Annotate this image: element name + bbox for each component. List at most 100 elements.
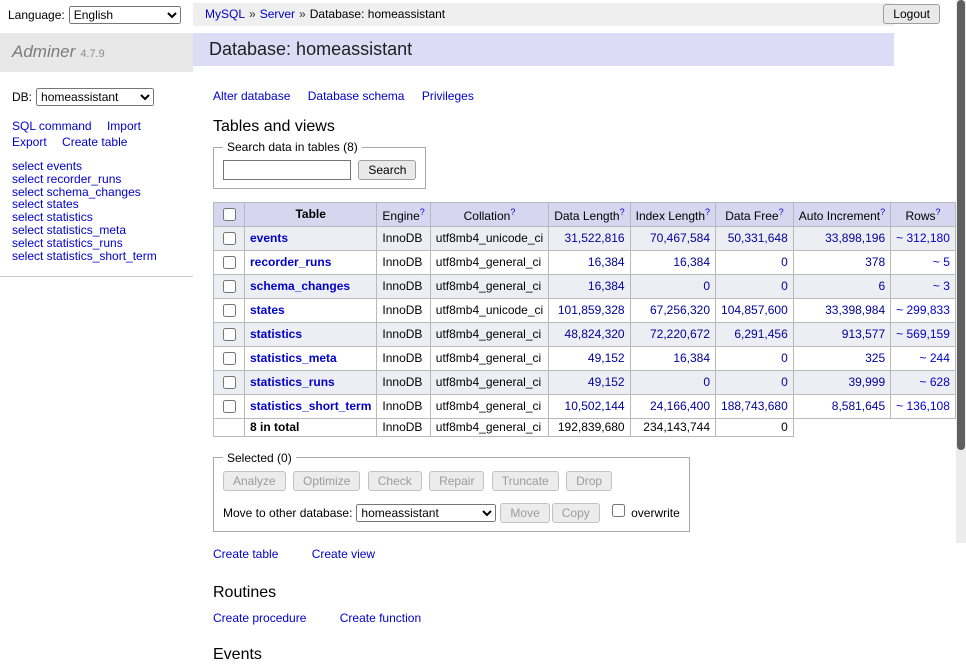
table-name-link[interactable]: statistics_short_term	[250, 399, 371, 413]
breadcrumb-link-server[interactable]: Server	[260, 7, 295, 21]
table-row: statisticsInnoDButf8mb4_general_ci48,824…	[214, 323, 966, 347]
sidebar-item-select-statistics-meta[interactable]: select statistics_meta	[12, 224, 181, 237]
row-checkbox[interactable]	[223, 304, 236, 317]
table-name-cell: statistics	[245, 323, 377, 347]
sidebar-link-export[interactable]: Export	[12, 135, 47, 149]
help-link[interactable]: ?	[705, 207, 710, 217]
scrollbar-thumb[interactable]	[957, 0, 965, 450]
table-name-cell: statistics_short_term	[245, 395, 377, 419]
language-select[interactable]: English	[69, 6, 181, 24]
sidebar-link-import[interactable]: Import	[107, 119, 141, 133]
alter-database-link[interactable]: Alter database	[213, 89, 290, 103]
table-name-link[interactable]: schema_changes	[250, 279, 350, 293]
sidebar-item-select-recorder-runs[interactable]: select recorder_runs	[12, 173, 181, 186]
column-header-data-length: Data Length?	[549, 203, 630, 227]
collation-cell: utf8mb4_general_ci	[430, 347, 548, 371]
data-length-cell: 101,859,328	[549, 299, 630, 323]
analyze-button[interactable]: Analyze	[223, 471, 286, 491]
table-row: recorder_runsInnoDButf8mb4_general_ci16,…	[214, 251, 966, 275]
rows-count-link[interactable]: ~ 3	[933, 279, 950, 293]
data-free-cell: 188,743,680	[716, 395, 794, 419]
repair-button[interactable]: Repair	[429, 471, 484, 491]
create-table-link[interactable]: Create table	[213, 547, 278, 561]
overwrite-checkbox[interactable]	[612, 504, 625, 517]
help-link[interactable]: ?	[420, 207, 425, 217]
column-header-label: Engine	[382, 209, 419, 223]
index-length-cell: 0	[630, 275, 715, 299]
row-checkbox[interactable]	[223, 400, 236, 413]
row-checkbox[interactable]	[223, 280, 236, 293]
sidebar-item-select-events[interactable]: select events	[12, 160, 181, 173]
table-name-link[interactable]: states	[250, 303, 285, 317]
index-length-cell: 16,384	[630, 251, 715, 275]
move-db-select[interactable]: homeassistant	[356, 504, 496, 522]
auto-increment-cell: 325	[793, 347, 890, 371]
app-name: Adminer	[12, 42, 75, 61]
row-checkbox[interactable]	[223, 352, 236, 365]
row-checkbox[interactable]	[223, 328, 236, 341]
breadcrumb-link-mysql[interactable]: MySQL	[205, 7, 245, 21]
rows-count-link[interactable]: ~ 5	[933, 255, 950, 269]
logout-button[interactable]: Logout	[883, 4, 940, 24]
collation-cell: utf8mb4_general_ci	[430, 323, 548, 347]
breadcrumb: MySQL»Server»Database: homeassistant	[193, 3, 894, 26]
sidebar-link-sql-command[interactable]: SQL command	[12, 119, 92, 133]
help-link[interactable]: ?	[936, 207, 941, 217]
table-row: statesInnoDButf8mb4_unicode_ci101,859,32…	[214, 299, 966, 323]
help-link[interactable]: ?	[779, 207, 784, 217]
help-link[interactable]: ?	[620, 207, 625, 217]
table-name-link[interactable]: statistics_runs	[250, 375, 335, 389]
rows-count-link[interactable]: ~ 628	[920, 375, 950, 389]
rows-count-cell: ~ 3	[891, 275, 956, 299]
table-name-cell: statistics_runs	[245, 371, 377, 395]
total-label-cell: 8 in total	[245, 419, 377, 437]
sidebar-link-create-table[interactable]: Create table	[62, 135, 127, 149]
help-link[interactable]: ?	[510, 207, 515, 217]
rows-count-link[interactable]: ~ 244	[920, 351, 950, 365]
engine-cell: InnoDB	[377, 395, 430, 419]
truncate-button[interactable]: Truncate	[492, 471, 559, 491]
rows-count-link[interactable]: ~ 299,833	[896, 303, 950, 317]
engine-cell: InnoDB	[377, 251, 430, 275]
db-select[interactable]: homeassistant	[36, 88, 154, 106]
rows-count-cell: ~ 569,159	[891, 323, 956, 347]
sidebar-item-select-statistics-runs[interactable]: select statistics_runs	[12, 237, 181, 250]
vertical-scrollbar[interactable]	[956, 0, 966, 543]
column-header-table: Table	[245, 203, 377, 227]
row-checkbox[interactable]	[223, 232, 236, 245]
move-button[interactable]: Move	[500, 503, 549, 523]
rows-count-link[interactable]: ~ 312,180	[896, 231, 950, 245]
database-schema-link[interactable]: Database schema	[308, 89, 405, 103]
table-name-link[interactable]: events	[250, 231, 288, 245]
rows-count-link[interactable]: ~ 569,159	[896, 327, 950, 341]
row-checkbox[interactable]	[223, 256, 236, 269]
rows-count-link[interactable]: ~ 136,108	[896, 399, 950, 413]
select-all-checkbox[interactable]	[223, 208, 236, 221]
tables-section-title: Tables and views	[213, 117, 926, 136]
auto-increment-cell: 378	[793, 251, 890, 275]
table-name-link[interactable]: recorder_runs	[250, 255, 331, 269]
search-button[interactable]: Search	[358, 160, 416, 180]
row-checkbox[interactable]	[223, 376, 236, 389]
routine-links-row: Create procedure Create function	[213, 611, 926, 625]
column-header-label: Rows	[906, 209, 936, 223]
copy-button[interactable]: Copy	[552, 503, 600, 523]
search-input[interactable]	[223, 160, 351, 180]
drop-button[interactable]: Drop	[566, 471, 612, 491]
data-free-cell: 0	[716, 251, 794, 275]
create-function-link[interactable]: Create function	[340, 611, 421, 625]
privileges-link[interactable]: Privileges	[422, 89, 474, 103]
table-name-link[interactable]: statistics	[250, 327, 302, 341]
create-procedure-link[interactable]: Create procedure	[213, 611, 306, 625]
data-free-cell: 50,331,648	[716, 227, 794, 251]
data-length-cell: 16,384	[549, 251, 630, 275]
check-button[interactable]: Check	[368, 471, 422, 491]
engine-cell: InnoDB	[377, 371, 430, 395]
create-view-link[interactable]: Create view	[312, 547, 375, 561]
optimize-button[interactable]: Optimize	[293, 471, 360, 491]
table-name-link[interactable]: statistics_meta	[250, 351, 337, 365]
breadcrumb-separator: »	[249, 7, 256, 21]
main-area: Logout MySQL»Server»Database: homeassist…	[193, 0, 956, 664]
help-link[interactable]: ?	[880, 207, 885, 217]
sidebar-item-select-statistics-short-term[interactable]: select statistics_short_term	[12, 250, 181, 263]
